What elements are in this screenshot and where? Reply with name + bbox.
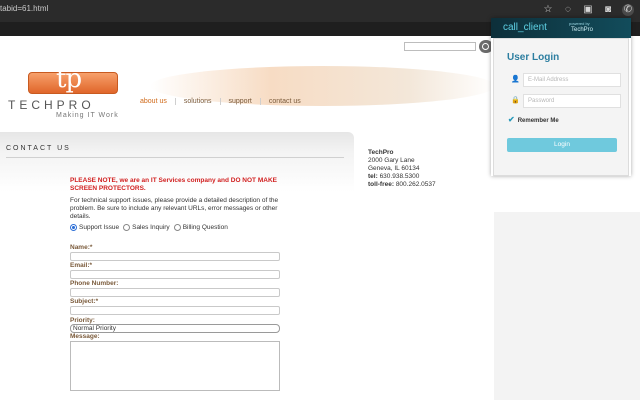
priority-select[interactable]: Normal Priority — [70, 324, 280, 333]
site-search-input[interactable] — [404, 42, 476, 51]
phone-field[interactable] — [70, 288, 280, 297]
address-city: Geneva, IL 60134 — [368, 165, 420, 172]
phone-icon[interactable]: ✆ — [622, 4, 634, 16]
login-password-input[interactable]: Password — [523, 94, 621, 108]
radio-sales-inquiry[interactable]: Sales Inquiry — [123, 224, 170, 231]
nav-about-us[interactable]: about us — [140, 98, 175, 105]
tollfree-label: toll-free: — [368, 181, 394, 188]
login-title: User Login — [507, 52, 560, 63]
popup-header: call_client powered by TechPro — [491, 18, 631, 38]
company-address: TechPro 2000 Gary Lane Geneva, IL 60134 … — [368, 149, 436, 189]
remember-label: Remember Me — [517, 118, 559, 124]
extension-puzzle-icon[interactable]: ▣ — [582, 4, 594, 16]
logo-name: TECHPRO — [8, 98, 95, 112]
page-title: CONTACT US — [6, 145, 71, 152]
login-button[interactable]: Login — [507, 138, 617, 152]
radio-support-issue[interactable]: Support Issue — [70, 224, 119, 231]
lock-icon: 🔒 — [511, 97, 520, 104]
divider — [6, 157, 344, 158]
nav-support[interactable]: support — [219, 98, 260, 105]
radio-checked-icon[interactable] — [70, 224, 77, 231]
radio-label: Billing Question — [182, 224, 228, 232]
tollfree-value: 800.262.0537 — [395, 181, 436, 188]
radio-label: Support Issue — [79, 224, 120, 232]
radio-icon[interactable] — [173, 224, 181, 231]
logo-tagline: Making IT Work — [56, 112, 119, 119]
warning-note: PLEASE NOTE, we are an IT Services compa… — [70, 177, 277, 192]
nav-solutions[interactable]: solutions — [174, 98, 220, 105]
address-bar-url[interactable]: tabid=61.html — [0, 4, 48, 13]
user-icon: 👤 — [511, 76, 520, 83]
browser-icons: ☆ ◌ ▣ ◙ ✆ — [542, 4, 634, 16]
subject-label: Subject:* — [70, 298, 99, 305]
login-email-input[interactable]: E-Mail Address — [523, 73, 621, 87]
inquiry-type-radios: Support Issue Sales Inquiry Billing Ques… — [70, 224, 228, 231]
powered-by-company: TechPro — [571, 27, 594, 33]
password-row: 🔒 Password — [511, 94, 621, 108]
popup-brand: call_client — [503, 22, 547, 33]
radio-billing-question[interactable]: Billing Question — [173, 224, 228, 232]
subject-field[interactable] — [70, 306, 280, 315]
email-field[interactable] — [70, 270, 280, 279]
bookmark-star-icon[interactable]: ☆ — [542, 4, 554, 16]
message-label: Message: — [70, 333, 100, 340]
address-tel: tel: 630.938.5300 — [368, 173, 436, 181]
name-label: Name:* — [70, 244, 93, 251]
address-street: 2000 Gary Lane — [368, 157, 415, 164]
tel-label: tel: — [368, 173, 378, 180]
camera-icon[interactable]: ◙ — [602, 4, 614, 16]
extension-icon[interactable]: ◌ — [562, 4, 574, 16]
powered-by-text: powered by — [569, 21, 590, 26]
priority-label: Priority: — [70, 317, 95, 324]
name-field[interactable] — [70, 252, 280, 261]
radio-icon[interactable] — [123, 224, 131, 231]
message-textarea[interactable] — [70, 341, 280, 391]
phone-label: Phone Number: — [70, 280, 119, 287]
nav-contact-us[interactable]: contact us — [259, 98, 309, 105]
checkmark-icon[interactable]: ✔ — [508, 115, 515, 124]
company-name: TechPro — [368, 149, 394, 156]
email-label: Email:* — [70, 262, 93, 269]
radio-label: Sales Inquiry — [132, 224, 170, 232]
logo-mark: tp — [56, 64, 82, 94]
right-sidebar-bg — [494, 212, 640, 400]
address-tollfree: toll-free: 800.262.0537 — [368, 181, 436, 189]
main-nav: about us solutions support contact us — [140, 98, 309, 105]
remember-me[interactable]: ✔ Remember Me — [508, 115, 559, 124]
email-row: 👤 E-Mail Address — [511, 73, 621, 87]
tel-value: 630.938.5300 — [379, 173, 420, 180]
instructions-text: For technical support issues, please pro… — [70, 197, 279, 220]
